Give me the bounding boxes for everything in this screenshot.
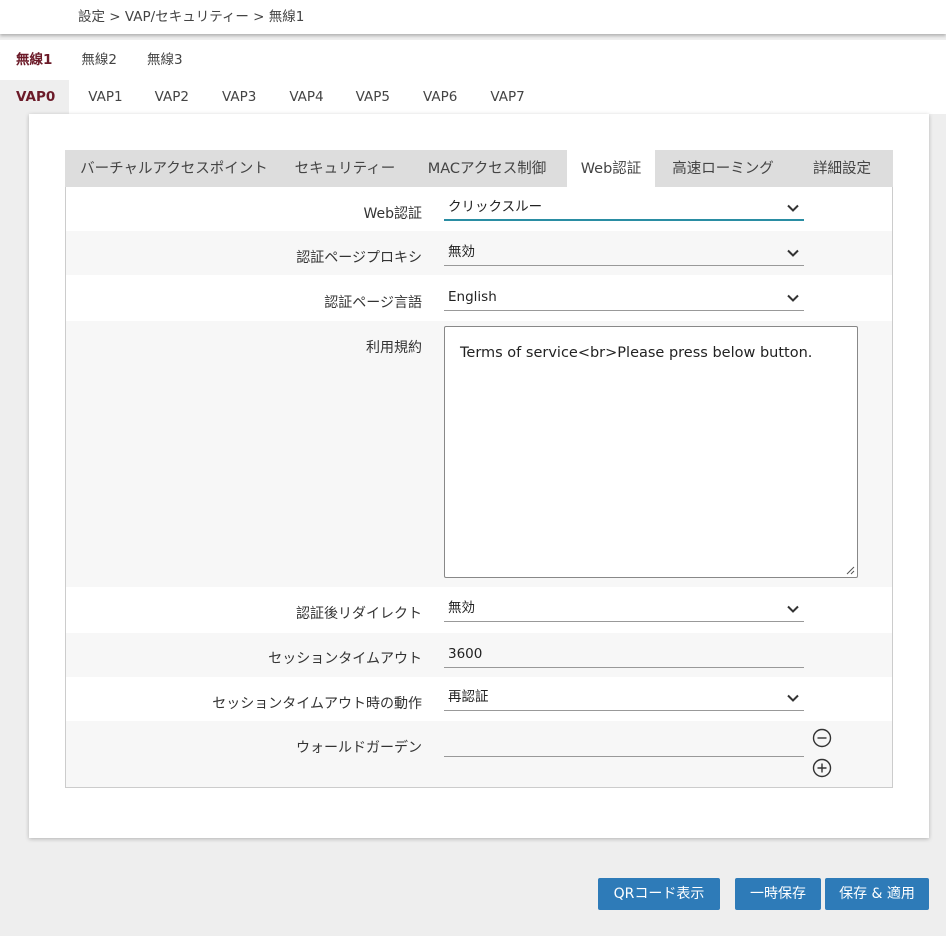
terms-textarea[interactable]: Terms of service<br>Please press below b… (444, 326, 858, 578)
tab-wireless2[interactable]: 無線2 (66, 40, 132, 80)
proxy-select[interactable]: 無効 (444, 242, 804, 266)
web-auth-form: Web認証 クリックスルー 認証ページプロキシ 無効 認証ページ言語 Engli… (65, 187, 893, 788)
tab-security[interactable]: セキュリティー (283, 150, 407, 187)
tab-web-auth[interactable]: Web認証 (567, 150, 655, 187)
tab-vap4[interactable]: VAP4 (273, 80, 339, 114)
proxy-label: 認証ページプロキシ (296, 250, 422, 266)
language-value: English (448, 289, 497, 305)
web-auth-value: クリックスルー (448, 199, 543, 215)
wireless-tabs: 無線1 無線2 無線3 (0, 40, 198, 80)
breadcrumb: 設定 > VAP/セキュリティー > 無線1 (0, 0, 946, 34)
row-timeout: セッションタイムアウト 3600 (66, 633, 892, 677)
language-select[interactable]: English (444, 287, 804, 311)
tab-advanced[interactable]: 詳細設定 (791, 150, 893, 187)
timeout-action-select[interactable]: 再認証 (444, 687, 804, 711)
chevron-down-icon (787, 694, 799, 702)
tab-vap3[interactable]: VAP3 (206, 80, 273, 114)
timeout-value: 3600 (448, 646, 483, 662)
redirect-value: 無効 (448, 600, 475, 616)
settings-card: バーチャルアクセスポイント セキュリティー MACアクセス制御 Web認証 高速… (29, 114, 929, 838)
add-entry-icon[interactable] (812, 758, 832, 778)
save-apply-button[interactable]: 保存 & 適用 (825, 878, 929, 910)
tab-fast-roaming[interactable]: 高速ローミング (655, 150, 791, 187)
walled-garden-label: ウォールドガーデン (296, 740, 422, 756)
resize-handle-icon[interactable] (845, 565, 855, 575)
timeout-action-value: 再認証 (448, 689, 489, 705)
web-auth-select[interactable]: クリックスルー (444, 197, 804, 221)
sub-tabs: バーチャルアクセスポイント セキュリティー MACアクセス制御 Web認証 高速… (65, 150, 893, 187)
chevron-down-icon (787, 294, 799, 302)
tab-vap1[interactable]: VAP1 (69, 80, 138, 114)
language-label: 認証ページ言語 (324, 295, 422, 311)
proxy-value: 無効 (448, 244, 475, 260)
row-timeout-action: セッションタイムアウト時の動作 再認証 (66, 677, 892, 721)
tab-vap5[interactable]: VAP5 (340, 80, 407, 114)
timeout-action-label: セッションタイムアウト時の動作 (212, 696, 422, 712)
row-web-auth: Web認証 クリックスルー (66, 187, 892, 231)
row-language: 認証ページ言語 English (66, 275, 892, 321)
tab-wireless1[interactable]: 無線1 (0, 40, 66, 80)
row-walled-garden: ウォールドガーデン (66, 721, 892, 787)
tab-vap7[interactable]: VAP7 (474, 80, 540, 114)
chevron-down-icon (787, 249, 799, 257)
tab-vap6[interactable]: VAP6 (407, 80, 474, 114)
web-auth-label: Web認証 (363, 206, 422, 222)
tab-virtual-ap[interactable]: バーチャルアクセスポイント (65, 150, 283, 187)
vap-tabs: VAP0 VAP1 VAP2 VAP3 VAP4 VAP5 VAP6 VAP7 (0, 80, 541, 114)
tab-wireless3[interactable]: 無線3 (132, 40, 198, 80)
tab-vap2[interactable]: VAP2 (139, 80, 206, 114)
row-redirect: 認証後リダイレクト 無効 (66, 587, 892, 633)
row-terms: 利用規約 Terms of service<br>Please press be… (66, 321, 892, 587)
row-proxy: 認証ページプロキシ 無効 (66, 231, 892, 275)
terms-text: Terms of service<br>Please press below b… (460, 345, 813, 361)
tab-vap0[interactable]: VAP0 (0, 80, 70, 114)
timeout-input[interactable]: 3600 (444, 644, 804, 668)
redirect-label: 認証後リダイレクト (296, 606, 422, 622)
qr-code-button[interactable]: QRコード表示 (598, 878, 720, 910)
temp-save-button[interactable]: 一時保存 (735, 878, 821, 910)
redirect-select[interactable]: 無効 (444, 598, 804, 622)
tab-mac-access-control[interactable]: MACアクセス制御 (407, 150, 567, 187)
terms-label: 利用規約 (366, 340, 422, 356)
chevron-down-icon (787, 605, 799, 613)
remove-entry-icon[interactable] (812, 728, 832, 748)
tabs-area: 無線1 無線2 無線3 VAP0 VAP1 VAP2 VAP3 VAP4 VAP… (0, 40, 946, 114)
timeout-label: セッションタイムアウト (268, 651, 422, 667)
walled-garden-input[interactable] (444, 733, 804, 757)
chevron-down-icon (787, 204, 799, 212)
